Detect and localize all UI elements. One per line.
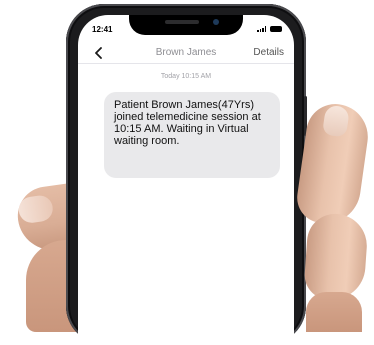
signal-icon — [257, 26, 267, 32]
front-camera — [213, 19, 219, 25]
finger-nail — [322, 104, 350, 138]
message-bubble: Patient Brown James(47Yrs) joined teleme… — [104, 92, 280, 178]
nav-bar: Brown James Details — [78, 43, 294, 64]
message-timestamp: Today 10:15 AM — [160, 73, 212, 80]
middle-finger — [303, 212, 369, 302]
notch — [129, 15, 243, 35]
speaker — [165, 20, 199, 24]
thumb-nail — [17, 193, 55, 225]
battery-icon — [270, 26, 282, 32]
hand-right — [306, 292, 362, 332]
status-time: 12:41 — [92, 25, 113, 34]
phone-screen: 12:41 Brown James Details Today 10:15 AM… — [78, 15, 294, 345]
details-button[interactable]: Details — [253, 47, 284, 58]
